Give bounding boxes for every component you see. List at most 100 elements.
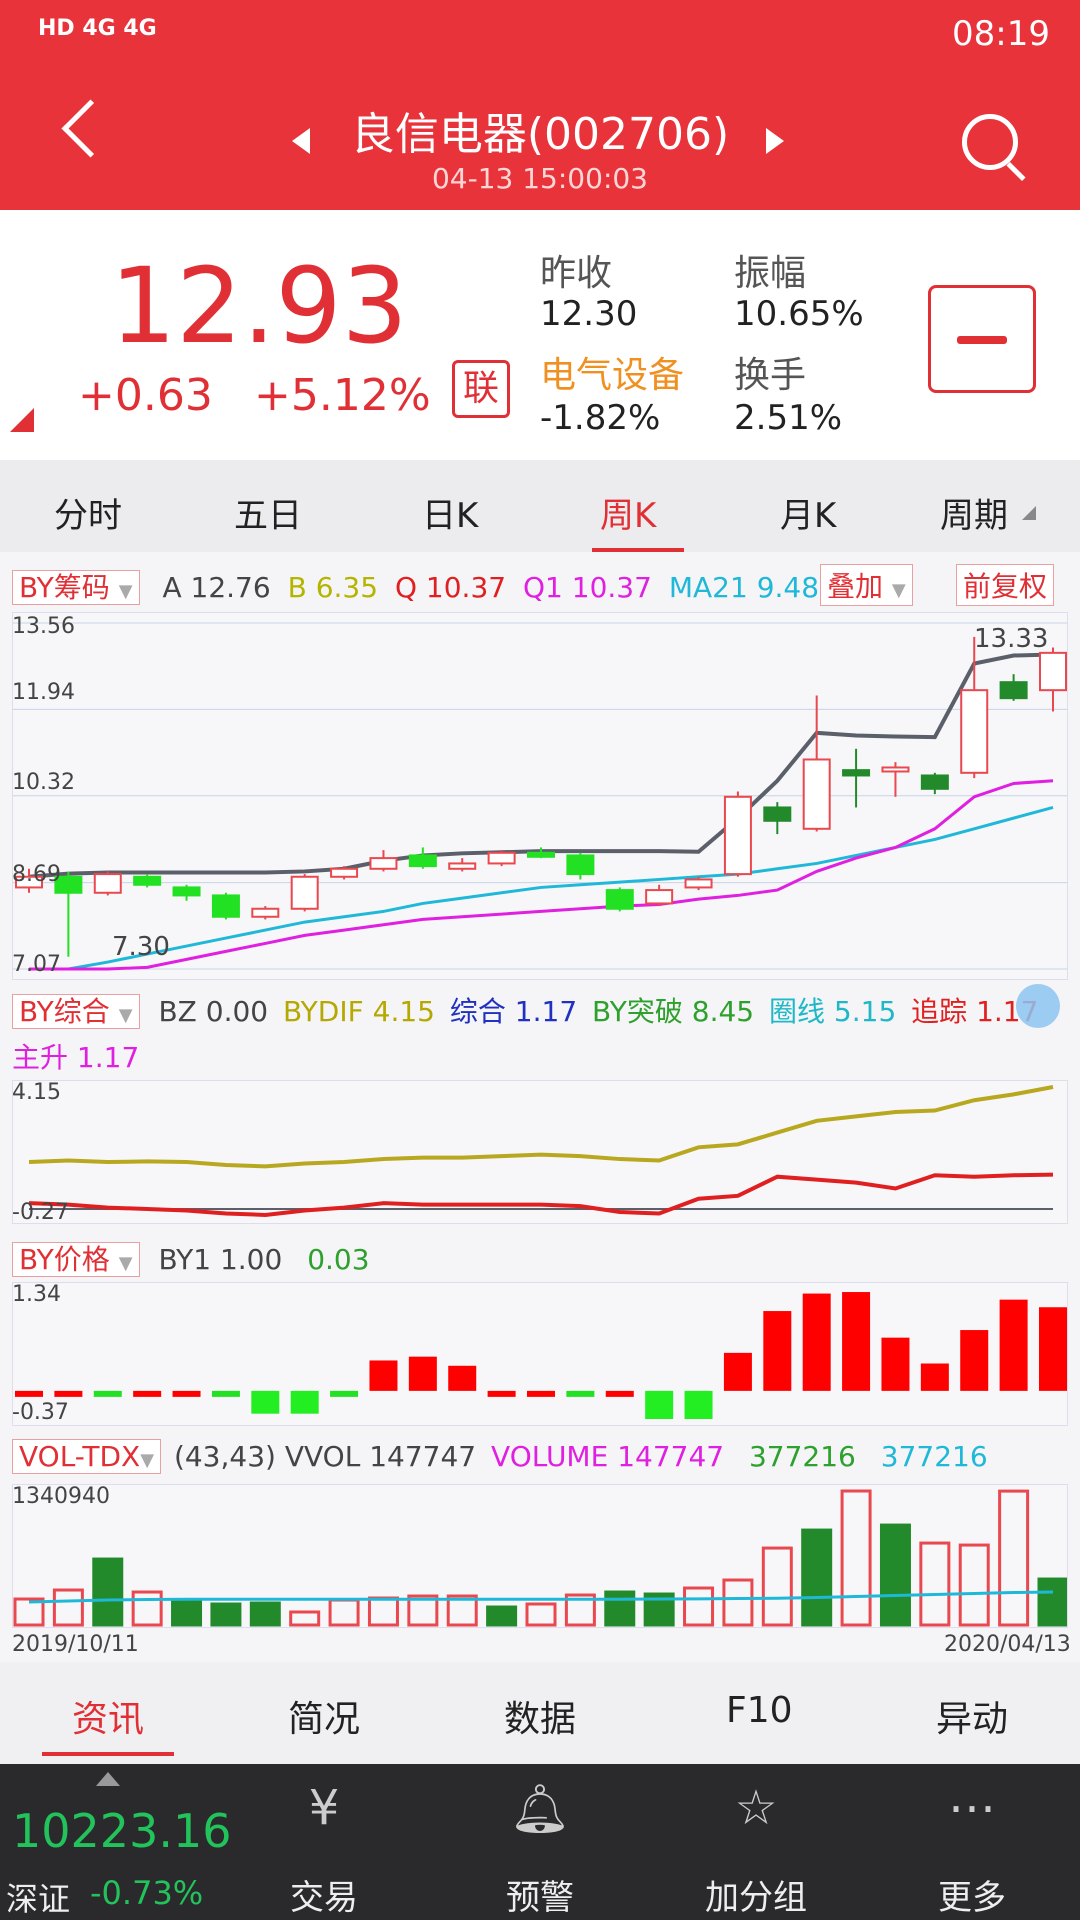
price-bar-15: [605, 1390, 634, 1397]
comp-y-tick-1: 4.15: [12, 1080, 61, 1105]
price-bar-7: [290, 1390, 319, 1414]
composite-indicator-chart[interactable]: [12, 1080, 1068, 1224]
price-bar-25: [999, 1299, 1028, 1391]
candle-body-13: [527, 851, 555, 858]
volume-value: 147747: [617, 1440, 725, 1473]
price-bar-6: [251, 1390, 280, 1414]
tab-f10[interactable]: F10: [726, 1690, 793, 1731]
volume-bar-22: [879, 1523, 911, 1627]
price-bar-10: [408, 1356, 437, 1391]
tab-overview[interactable]: 简况: [288, 1690, 360, 1742]
series-line-0: [28, 652, 1054, 879]
vol-indicator-dropdown[interactable]: VOL-TDX▼: [12, 1439, 162, 1474]
turnover-label: 换手: [734, 355, 807, 396]
volume-bar-9: [367, 1596, 399, 1627]
volume-bar-12: [486, 1605, 518, 1627]
index-name: 深证: [6, 1880, 71, 1918]
comp-indicator-name: BY综合: [19, 995, 110, 1028]
y-tick-2: 11.94: [12, 680, 75, 705]
candle-body-4: [172, 886, 201, 897]
volume-bar-2: [92, 1557, 124, 1627]
price-indicator-name: BY价格: [19, 1243, 110, 1276]
vol-params: (43,43): [173, 1440, 276, 1473]
by1-label: BY1: [158, 1243, 212, 1276]
volume-bar-19: [761, 1546, 793, 1627]
price-bar-14: [566, 1390, 595, 1397]
volume-label: VOLUME: [491, 1440, 609, 1473]
volume-bar-21: [840, 1489, 872, 1627]
x-start-label: 2019/10/11: [12, 1632, 139, 1657]
active-info-tab-underline: [42, 1752, 174, 1756]
amplitude-label: 振幅: [734, 253, 807, 294]
zonghe-label: 综合: [449, 995, 506, 1028]
candle-body-3: [133, 875, 162, 886]
alert-button[interactable]: 预警: [470, 1870, 610, 1919]
price-bar-23: [920, 1363, 949, 1391]
main-indicator-name: BY筹码: [19, 571, 110, 604]
active-tab-underline: [592, 548, 684, 552]
by2-value: 0.03: [307, 1243, 370, 1276]
candle-body-8: [330, 867, 359, 878]
bydif-label: BYDIF: [283, 995, 364, 1028]
corner-marker-icon: [10, 408, 34, 432]
next-stock-icon[interactable]: [766, 128, 784, 154]
candle-body-11: [448, 862, 477, 870]
volume-chart[interactable]: [12, 1484, 1068, 1628]
volume-bar-24: [958, 1543, 990, 1627]
main-indicator-dropdown[interactable]: BY筹码 ▼: [12, 570, 140, 605]
tab-daily-k[interactable]: 日K: [422, 488, 478, 537]
amplitude-value: 10.65%: [734, 294, 864, 334]
price-indicator-dropdown[interactable]: BY价格 ▼: [12, 1242, 140, 1277]
turnover-value: 2.51%: [734, 398, 843, 438]
price-bar-5: [211, 1390, 240, 1397]
tab-alerts-events[interactable]: 异动: [936, 1690, 1008, 1742]
sector-change: -1.82%: [540, 398, 661, 438]
volume-bar-13: [525, 1602, 557, 1627]
remove-watchlist-button[interactable]: [928, 285, 1036, 393]
tab-five-day[interactable]: 五日: [234, 488, 302, 537]
adjust-dropdown[interactable]: 前复权: [956, 564, 1055, 606]
overlay-dropdown[interactable]: 叠加 ▼: [820, 564, 913, 606]
candle-body-25: [999, 681, 1028, 700]
more-button[interactable]: 更多: [902, 1870, 1042, 1919]
search-icon[interactable]: [962, 114, 1018, 170]
candle-body-20: [802, 758, 831, 830]
tab-intraday[interactable]: 分时: [54, 488, 122, 537]
tab-monthly-k[interactable]: 月K: [780, 488, 836, 537]
status-icons: HD 4G 4G: [38, 16, 157, 41]
tab-weekly-k[interactable]: 周K: [600, 488, 656, 537]
price-bar-17: [684, 1390, 713, 1419]
price-bar-18: [723, 1352, 752, 1391]
b-label: B: [287, 571, 307, 604]
volume-bar-23: [919, 1541, 951, 1627]
tab-period[interactable]: 周期: [940, 488, 1008, 537]
dropdown-arrow-icon: ▼: [118, 581, 133, 602]
vol-indicator-row: VOL-TDX▼ (43,43) VVOL 147747 VOLUME 1477…: [12, 1439, 988, 1474]
main-indicator-row: BY筹码 ▼ A 12.76 B 6.35 Q 10.37 Q1 10.37 M…: [12, 566, 819, 606]
trade-icon: ¥: [308, 1780, 340, 1836]
link-badge[interactable]: 联: [452, 360, 510, 418]
index-value[interactable]: 10223.16: [12, 1804, 232, 1858]
candle-body-18: [723, 795, 752, 876]
vol-ma1-value: 377216: [748, 1440, 856, 1473]
candlestick-chart[interactable]: [12, 612, 1068, 980]
volume-bar-8: [328, 1598, 360, 1627]
index-expand-icon[interactable]: [96, 1772, 120, 1786]
add-group-button[interactable]: 加分组: [686, 1870, 826, 1919]
sector-link[interactable]: 电气设备: [540, 346, 684, 398]
q1-label: Q1: [523, 571, 563, 604]
page-title: 良信电器(002706): [350, 109, 730, 160]
prev-close-value: 12.30: [540, 294, 638, 334]
volume-bar-6: [249, 1601, 281, 1627]
overlay-label: 叠加: [827, 570, 884, 603]
tab-data[interactable]: 数据: [504, 1690, 576, 1742]
volume-bar-25: [998, 1489, 1030, 1627]
minus-icon: [957, 336, 1007, 344]
trade-button[interactable]: 交易: [254, 1870, 394, 1919]
expand-icon[interactable]: [1016, 984, 1060, 1028]
comp-indicator-dropdown[interactable]: BY综合 ▼: [12, 994, 140, 1029]
price-bar-21: [842, 1292, 871, 1391]
tab-news[interactable]: 资讯: [72, 1690, 144, 1742]
zhu-label: 主升: [12, 1041, 69, 1074]
price-indicator-chart[interactable]: [12, 1282, 1068, 1426]
